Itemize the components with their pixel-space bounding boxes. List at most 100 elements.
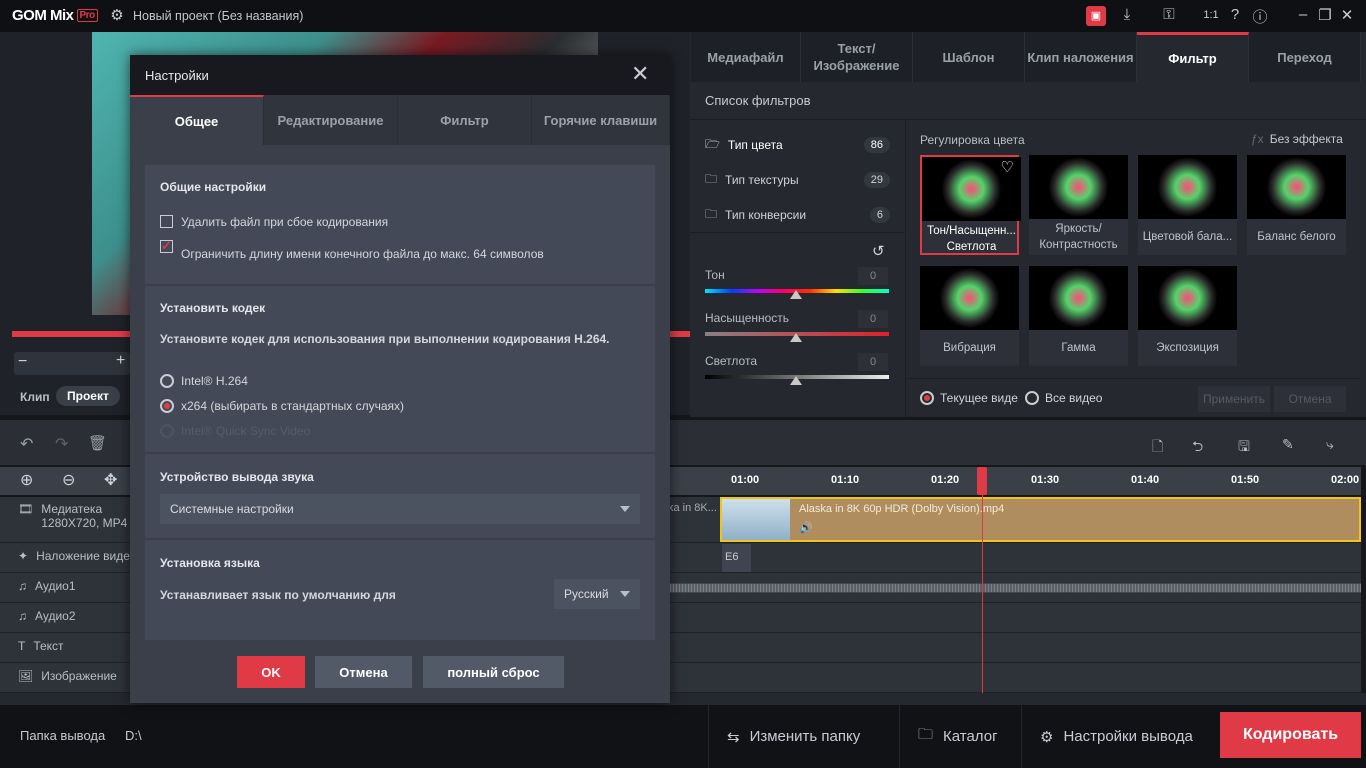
category-texture-type[interactable]: 🗀 Тип текстуры 29	[705, 168, 890, 192]
reset-icon[interactable]: ↺	[872, 242, 885, 260]
video-clip[interactable]: Alaska in 8K 60p HDR (Dolby Vision).mp4 …	[720, 497, 1361, 542]
tab-text-image[interactable]: Текст/ Изображение	[801, 32, 913, 82]
save-as-icon[interactable]: ✎	[1282, 436, 1294, 453]
tab-general[interactable]: Общее	[130, 95, 264, 145]
filter-tile-gamma[interactable]: Гамма	[1029, 266, 1128, 366]
fit-icon[interactable]: ✥	[104, 470, 117, 490]
cancel-button[interactable]: Отмена	[315, 656, 412, 688]
download-icon[interactable]: ⤓	[1116, 6, 1138, 23]
output-settings-button[interactable]: ⚙ Настройки вывода	[1021, 705, 1211, 768]
filter-thumbnail	[1029, 266, 1128, 330]
full-reset-button[interactable]: полный сброс	[423, 656, 564, 688]
filter-tile-white-balance[interactable]: Баланс белого	[1247, 155, 1346, 255]
tab-media[interactable]: Медиафайл	[691, 32, 801, 82]
no-effect-button[interactable]: ƒx Без эффекта	[1251, 132, 1343, 146]
zoom-out-icon[interactable]: ⊖	[62, 470, 75, 490]
scope-current-radio[interactable]: Текущее виде	[920, 391, 1018, 405]
heart-icon[interactable]: ♡	[1001, 158, 1014, 176]
film-icon: 🎞	[18, 502, 34, 516]
language-description: Устанавливает язык по умолчанию для	[160, 588, 396, 602]
new-project-icon[interactable]: 🗋	[1152, 436, 1163, 460]
gear-icon[interactable]: ⚙	[106, 6, 128, 24]
preview-zoom-stepper[interactable]: − +	[14, 352, 130, 375]
tab-filter[interactable]: Фильтр	[1137, 32, 1249, 82]
playhead-handle[interactable]	[977, 467, 987, 495]
overlay-clip[interactable]: E6	[722, 544, 751, 572]
tab-transition[interactable]: Переход	[1249, 32, 1361, 82]
chevron-down-icon	[620, 506, 630, 512]
filter-group-title: Регулировка цвета	[920, 133, 1025, 147]
filter-cancel-button[interactable]: Отмена	[1274, 386, 1346, 412]
tab-dialog-filter[interactable]: Фильтр	[398, 95, 532, 145]
previous-clip[interactable]: ka in 8K...	[668, 502, 717, 514]
apply-button[interactable]: Применить	[1198, 386, 1270, 412]
open-project-icon[interactable]: ⮌	[1192, 436, 1203, 460]
audio-device-select[interactable]: Системные настройки	[160, 494, 640, 524]
info-icon[interactable]: ⓘ	[1249, 6, 1271, 27]
redo-icon[interactable]: ↷	[55, 434, 68, 454]
plus-icon[interactable]: +	[116, 352, 125, 370]
close-window-icon[interactable]: ✕	[1336, 6, 1358, 24]
saturation-value[interactable]: 0	[858, 310, 888, 328]
tab-hotkeys[interactable]: Горячие клавиши	[532, 95, 670, 145]
limit-name-checkbox[interactable]: ✓	[160, 239, 173, 253]
divider	[905, 120, 906, 417]
minus-icon[interactable]: −	[18, 353, 27, 371]
tab-overlay-clip[interactable]: Клип наложения	[1025, 32, 1137, 82]
playhead-line	[982, 495, 983, 693]
codec-intel-radio[interactable]	[160, 374, 174, 388]
language-select[interactable]: Русский	[554, 579, 640, 609]
scope-all-radio[interactable]: Все видео	[1025, 391, 1102, 405]
minimize-icon[interactable]: –	[1292, 6, 1314, 23]
change-folder-button[interactable]: ⇆ Изменить папку	[708, 705, 878, 768]
export-project-icon[interactable]: ⤷	[1326, 436, 1334, 453]
text-icon: T	[18, 639, 26, 653]
project-toggle[interactable]: Проект	[56, 386, 120, 406]
tab-template[interactable]: Шаблон	[913, 32, 1025, 82]
ruler-tick-label: 01:10	[831, 474, 860, 486]
hue-value[interactable]: 0	[858, 267, 888, 285]
filter-thumbnail	[1138, 155, 1237, 219]
output-folder-label: Папка вывода	[20, 728, 106, 743]
volume-icon[interactable]: 🔊	[799, 521, 813, 534]
saturation-label: Насыщенность	[705, 311, 790, 325]
clip-toggle[interactable]: Клип	[20, 390, 50, 404]
filter-tile-exposure[interactable]: Экспозиция	[1138, 266, 1237, 366]
category-color-type[interactable]: 🗁 Тип цвета 86	[705, 133, 890, 157]
lightness-slider-thumb[interactable]	[790, 376, 802, 385]
folder-icon: 🗀	[705, 171, 718, 186]
help-icon[interactable]: ?	[1224, 6, 1246, 23]
codec-x264-radio[interactable]	[160, 399, 174, 413]
lightness-value[interactable]: 0	[858, 353, 888, 371]
delete-icon[interactable]: 🗑	[88, 434, 107, 452]
folder-icon: 🗀	[705, 206, 718, 221]
saturation-slider-thumb[interactable]	[790, 333, 802, 342]
catalog-button[interactable]: 🗀 Каталог	[899, 705, 1016, 768]
zoom-in-icon[interactable]: ⊕	[20, 470, 33, 490]
delete-on-fail-checkbox[interactable]	[160, 215, 173, 228]
hue-slider-thumb[interactable]	[790, 290, 802, 299]
save-icon[interactable]: 🖫	[1238, 436, 1250, 460]
ok-button[interactable]: OK	[237, 656, 305, 688]
key-icon[interactable]: ⚿	[1158, 6, 1180, 23]
codec-quicksync-label: Intel® Quick Sync Video	[181, 424, 311, 438]
close-icon[interactable]: ✕	[631, 61, 649, 87]
divider	[690, 119, 1366, 120]
filter-tile-color-balance[interactable]: Цветовой бала...	[1138, 155, 1237, 255]
ratio-icon[interactable]: 1:1	[1200, 9, 1222, 21]
music-icon: ♫	[18, 609, 27, 623]
filter-tile-hue-saturation[interactable]: ♡ Тон/Насыщенн... Светлота	[920, 155, 1021, 255]
restore-icon[interactable]: ❐	[1314, 6, 1336, 24]
lightness-label: Светлота	[705, 354, 757, 368]
filter-tile-vibrance[interactable]: Вибрация	[920, 266, 1019, 366]
tab-editing[interactable]: Редактирование	[264, 95, 398, 145]
ruler-tick-label: 01:30	[1031, 474, 1060, 486]
undo-icon[interactable]: ↶	[20, 434, 33, 454]
project-title: Новый проект (Без названия)	[133, 9, 304, 23]
filter-tile-brightness-contrast[interactable]: Яркость/ Контрастность	[1029, 155, 1128, 255]
filter-thumbnail	[1247, 155, 1346, 219]
category-conversion-type[interactable]: 🗀 Тип конверсии 6	[705, 203, 890, 227]
encode-button[interactable]: Кодировать	[1220, 712, 1361, 758]
capture-icon[interactable]: ▣	[1086, 6, 1106, 26]
audio-heading: Устройство вывода звука	[160, 470, 314, 484]
